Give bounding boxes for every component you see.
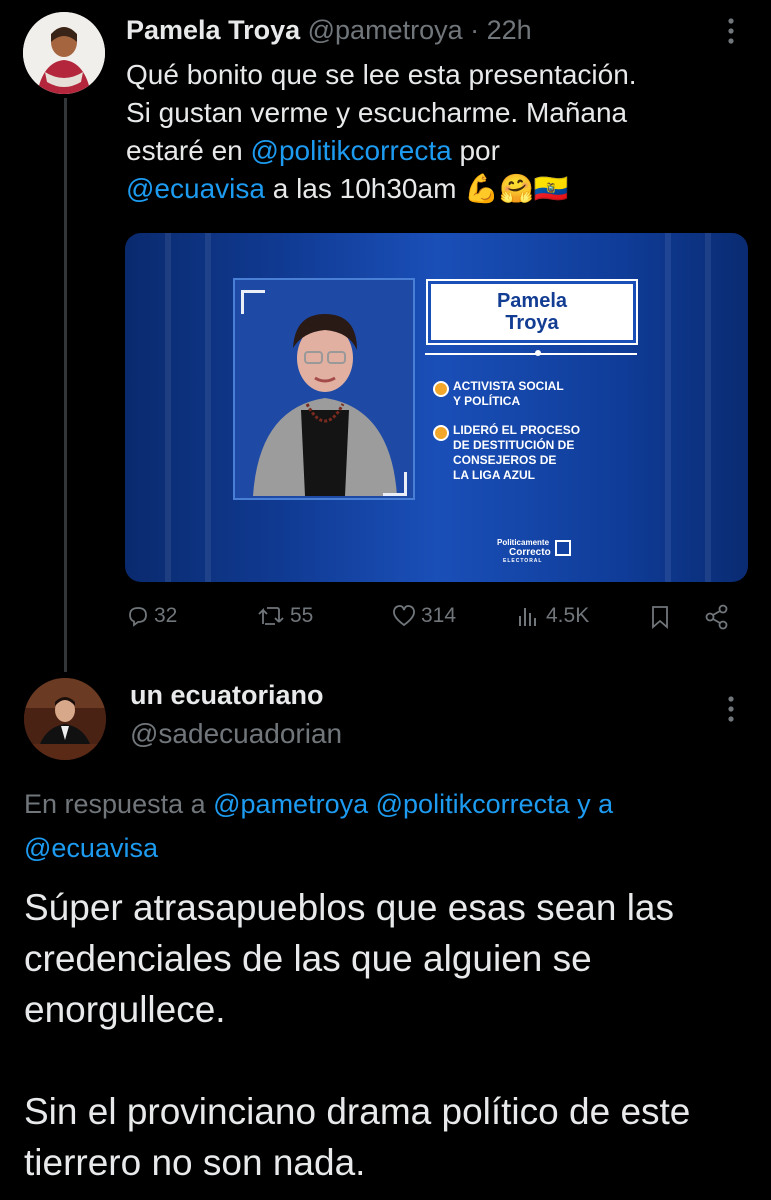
credential-text: ACTIVISTA SOCIAL Y POLÍTICA <box>453 379 564 408</box>
reply-count: 32 <box>154 604 178 627</box>
author-name[interactable]: Pamela Troya <box>126 15 300 45</box>
mention-link[interactable]: @ecuavisa <box>24 833 158 863</box>
share-icon <box>705 604 728 630</box>
author-name[interactable]: un ecuatoriano <box>130 680 324 711</box>
tweet-paragraph: Sin el provinciano drama político de est… <box>24 1091 691 1183</box>
divider <box>425 353 637 355</box>
credential-item: ACTIVISTA SOCIAL Y POLÍTICA <box>433 379 564 409</box>
tweet-media-image[interactable]: Pamela Troya ACTIVISTA SOCIAL Y POLÍTICA… <box>125 233 748 582</box>
tweet1-actions: 32 55 314 4.5K <box>0 604 771 638</box>
reply-button[interactable]: 32 <box>126 604 177 628</box>
mention-link[interactable]: @ecuavisa <box>126 173 265 204</box>
text-fragment: por <box>451 135 500 166</box>
reply-context: En respuesta a @pametroya @politikcorrec… <box>24 782 754 870</box>
mention-link[interactable]: @pametroya <box>213 789 368 819</box>
bookmark-button[interactable] <box>650 604 674 630</box>
background-stripe <box>205 233 211 582</box>
frame-corner <box>383 472 407 496</box>
text-line: estaré en @politikcorrecta por <box>126 132 746 170</box>
repost-icon <box>258 607 284 625</box>
more-icon[interactable] <box>724 694 738 728</box>
mention-link[interactable]: @politikcorrecta <box>376 789 570 819</box>
mention-link[interactable]: @politikcorrecta <box>251 135 452 166</box>
share-button[interactable] <box>704 604 734 630</box>
reply-icon <box>129 607 147 627</box>
author-handle[interactable]: @sadecuadorian <box>130 718 342 750</box>
text-line: Si gustan verme y escucharme. Mañana <box>126 97 628 128</box>
text-fragment: a las 10h30am <box>264 173 465 204</box>
show-logo: Politicamente Correcto ELECTORAL <box>497 538 577 566</box>
bullet-icon <box>433 425 449 441</box>
like-count: 314 <box>421 604 457 627</box>
tweet1-text: Qué bonito que se lee esta presentación.… <box>126 56 746 208</box>
nameplate-line: Pamela <box>496 290 568 312</box>
like-button[interactable]: 314 <box>391 604 456 628</box>
bookmark-icon <box>652 606 668 629</box>
avatar-un-ecuatoriano[interactable] <box>24 678 106 760</box>
text-line: @ecuavisa a las 10h30am 💪🤗🇪🇨 <box>126 170 746 208</box>
tweet2-text: Súper atrasapueblos que esas sean las cr… <box>24 882 754 1188</box>
person-portrait <box>245 298 405 496</box>
views-icon <box>519 608 536 626</box>
tweet1-header: Pamela Troya @pametroya · 22h <box>126 14 532 46</box>
repost-button[interactable]: 55 <box>256 604 313 628</box>
credential-text: LIDERÓ EL PROCESO DE DESTITUCIÓN DE CONS… <box>453 423 581 482</box>
header-separator: · <box>470 15 480 45</box>
tweet-paragraph: Súper atrasapueblos que esas sean las cr… <box>24 887 674 1030</box>
text-fragment: estaré en <box>126 135 251 166</box>
tweet-time[interactable]: 22h <box>487 15 532 45</box>
author-handle[interactable]: @pametroya <box>308 15 463 45</box>
reply-and: y a <box>569 789 614 819</box>
views-button[interactable]: 4.5K <box>516 604 589 628</box>
thread-line <box>64 98 67 672</box>
views-count: 4.5K <box>546 604 590 627</box>
repost-count: 55 <box>290 604 314 627</box>
reply-prefix: En respuesta a <box>24 789 214 819</box>
bullet-icon <box>433 381 449 397</box>
divider-dot <box>535 350 541 356</box>
nameplate-line: Troya <box>505 312 559 334</box>
check-icon <box>555 540 571 556</box>
credential-item: LIDERÓ EL PROCESO DE DESTITUCIÓN DE CONS… <box>433 423 580 483</box>
logo-text: ELECTORAL <box>503 558 543 564</box>
nameplate: Pamela Troya <box>428 281 636 343</box>
background-stripe <box>165 233 171 582</box>
avatar-pamela-troya[interactable] <box>23 12 105 94</box>
background-stripe <box>665 233 671 582</box>
emoji-group: 💪🤗🇪🇨 <box>464 173 569 204</box>
frame-corner <box>241 290 265 314</box>
like-icon <box>393 605 415 627</box>
text-line: Qué bonito que se lee esta presentación. <box>126 59 637 90</box>
background-stripe <box>705 233 711 582</box>
more-icon[interactable] <box>724 16 738 50</box>
